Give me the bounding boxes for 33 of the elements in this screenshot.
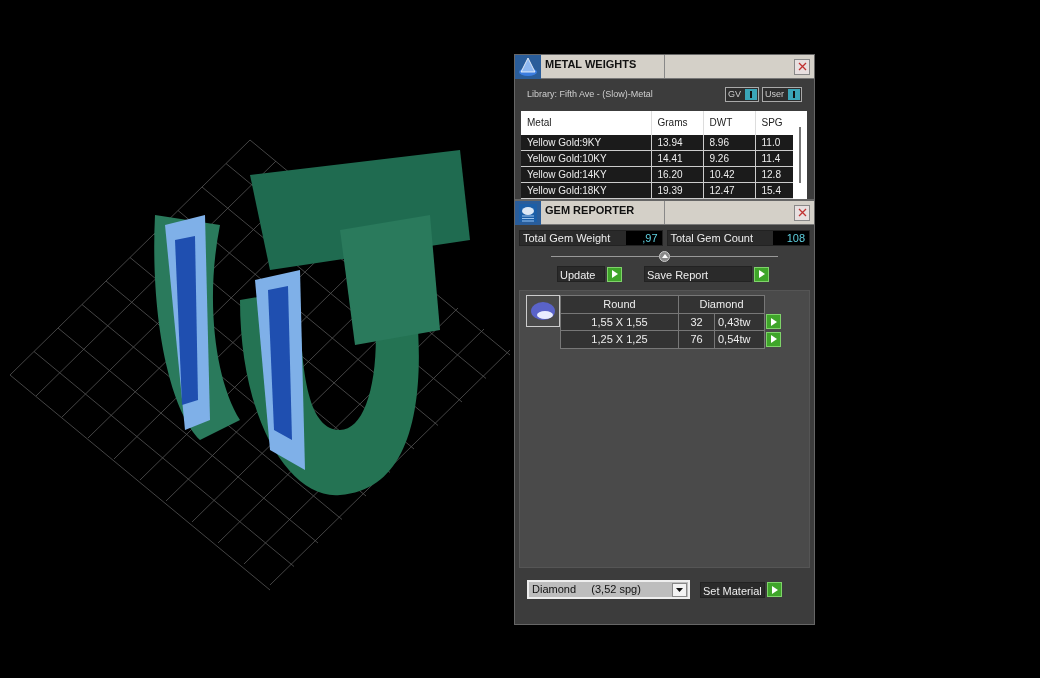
total-value: 108 [773,231,809,245]
total-value: ,97 [625,231,662,245]
report-icon [515,200,541,225]
total-label: Total Gem Count [667,231,773,245]
column-header[interactable]: Metal [521,110,651,135]
toggle-button[interactable]: User [762,87,802,103]
column-header[interactable]: DWT [703,110,755,135]
play-icon[interactable] [754,266,769,282]
scrollbar-thumb[interactable] [799,126,801,183]
dropdown-value: Diamond (3,52 spg) [532,582,642,598]
total-label: Total Gem Weight [520,231,626,245]
panel-title: GEM REPORTER [545,201,665,224]
material-dropdown[interactable]: Diamond (3,52 spg) [527,580,690,599]
action-button[interactable]: Save Report [644,266,752,282]
close-icon [797,62,807,71]
play-icon[interactable] [766,314,781,330]
action-button[interactable]: Update [557,266,605,282]
gem-shape-header: Round [560,295,679,313]
collapse-handle[interactable] [659,250,670,262]
toggle-button[interactable]: GV [724,87,759,103]
library-label: Library: Fifth Ave - (Slow)-Metal [527,88,654,101]
close-button[interactable] [794,204,810,221]
column-header[interactable]: Grams [651,110,703,135]
set-material-button[interactable]: Set Material [700,581,765,598]
gem-material-header: Diamond [678,295,765,313]
play-icon[interactable] [766,582,782,597]
play-icon[interactable] [607,266,622,282]
close-button[interactable] [794,58,810,75]
play-icon[interactable] [766,331,781,347]
cone-icon [515,54,541,79]
panel-title: METAL WEIGHTS [545,55,665,78]
close-icon [797,208,807,217]
gem-thumbnail [526,295,560,327]
